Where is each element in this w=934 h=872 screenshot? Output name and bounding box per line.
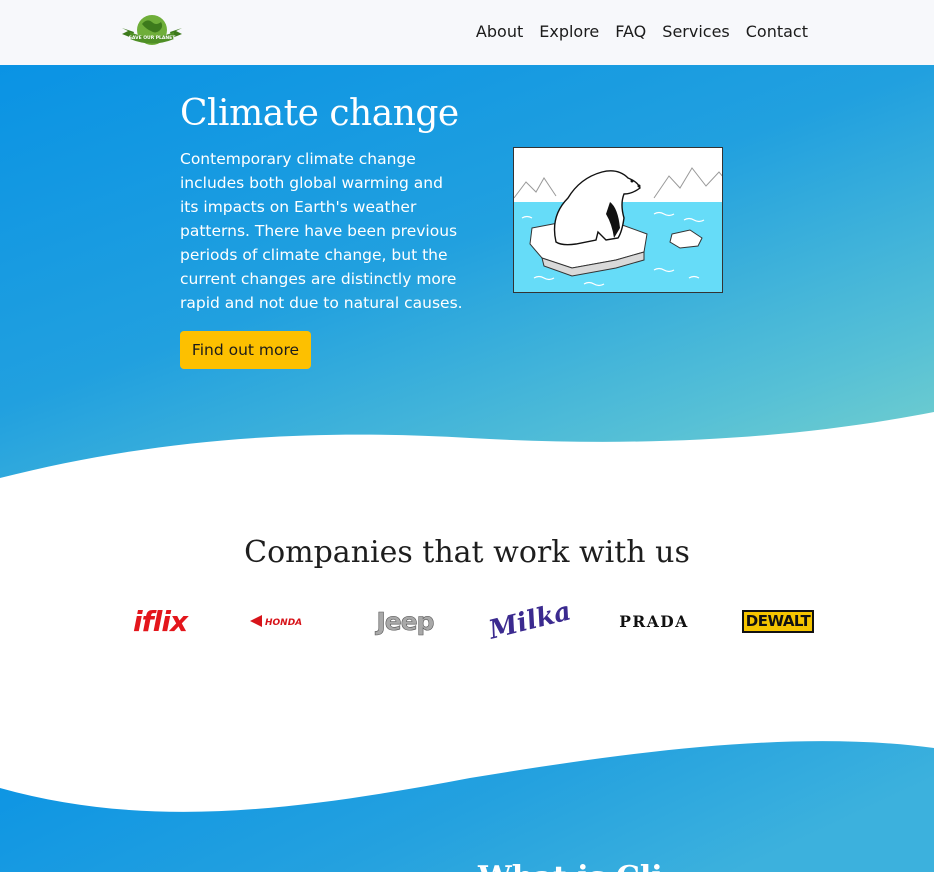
nav-link-explore[interactable]: Explore — [539, 20, 599, 44]
jeep-logo-text: Jeep — [376, 606, 435, 636]
hero-description: Contemporary climate change includes bot… — [180, 150, 463, 312]
honda-logo: HONDA — [245, 600, 320, 642]
bottom-wave-section — [0, 741, 934, 872]
polar-bear-illustration — [513, 147, 723, 293]
prada-logo-text: PRADA — [619, 611, 689, 631]
dewalt-logo: DEWALT — [739, 600, 817, 642]
find-out-more-button[interactable]: Find out more — [180, 331, 311, 369]
save-our-planet-logo[interactable]: SAVE OUR PLANET — [120, 12, 184, 52]
nav-link-contact[interactable]: Contact — [746, 20, 808, 44]
jeep-logo: Jeep — [365, 600, 445, 642]
nav-link-services[interactable]: Services — [662, 20, 729, 44]
svg-text:SAVE OUR PLANET: SAVE OUR PLANET — [129, 35, 177, 41]
navbar: SAVE OUR PLANET About Explore FAQ Servic… — [0, 0, 934, 65]
iflix-logo: iflix — [125, 600, 195, 642]
nav-link-about[interactable]: About — [476, 20, 523, 44]
milka-logo-text: Milka — [485, 596, 575, 646]
iflix-logo-text: iflix — [132, 604, 188, 638]
svg-text:HONDA: HONDA — [265, 618, 302, 628]
milka-logo: Milka — [486, 592, 574, 650]
section-title-what-is-climate-change: What is Cli — [478, 860, 663, 872]
hero-title: Climate change — [180, 93, 459, 134]
dewalt-logo-text: DEWALT — [741, 609, 815, 633]
nav-link-faq[interactable]: FAQ — [615, 20, 646, 44]
companies-title: Companies that work with us — [244, 535, 690, 570]
main-nav: About Explore FAQ Services Contact — [476, 20, 808, 44]
hero-wave-divider — [0, 412, 934, 490]
prada-logo: PRADA — [615, 600, 693, 642]
